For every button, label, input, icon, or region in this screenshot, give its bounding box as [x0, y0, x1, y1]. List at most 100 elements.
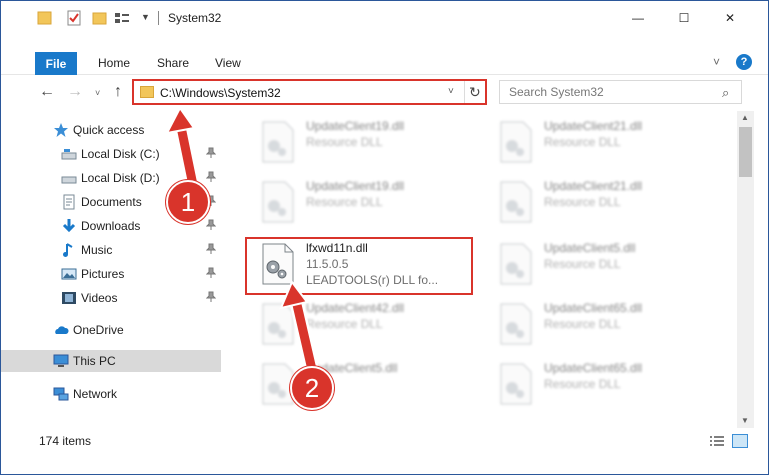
pin-icon[interactable]: [206, 243, 216, 255]
cloud-icon: [55, 326, 69, 334]
sidebar-item-label: This PC: [73, 354, 116, 368]
close-button[interactable]: ✕: [707, 1, 753, 34]
sidebar-item-label: Music: [81, 243, 113, 257]
window-title: System32: [168, 11, 222, 25]
dll-file-icon: [262, 303, 294, 345]
sidebar-item-videos[interactable]: Videos: [1, 287, 221, 309]
file-tile[interactable]: UpdateClient19.dll Resource DLL: [239, 115, 469, 171]
callout-badge-2: 2: [290, 366, 334, 410]
sidebar-item-onedrive[interactable]: OneDrive: [1, 319, 221, 341]
file-tile[interactable]: UpdateClient65.dll Resource DLL: [477, 357, 707, 413]
sidebar-item-quick-access[interactable]: Quick access: [1, 119, 221, 141]
quick-access-toolbar-dropdown-icon[interactable]: ▼: [141, 12, 151, 28]
search-placeholder: Search System32: [509, 85, 604, 99]
sidebar-item-pictures[interactable]: Pictures: [1, 263, 221, 285]
pictures-icon: [61, 268, 77, 280]
dll-file-icon: [500, 121, 532, 163]
search-icon[interactable]: ⌕: [722, 85, 729, 101]
folder-icon: [140, 86, 154, 98]
network-icon: [53, 387, 69, 401]
large-icons-view-icon[interactable]: [732, 434, 748, 448]
ribbon-tabs: File Home Share View ˅ ?: [1, 35, 768, 75]
file-name: UpdateClient19.dll: [306, 119, 405, 133]
tab-file[interactable]: File: [35, 52, 77, 75]
search-input[interactable]: Search System32 ⌕: [499, 80, 742, 104]
drive-icon: [61, 176, 77, 184]
navigation-bar: ← → ˅ ↑ C:\Windows\System32 ˅ ↻ Search S…: [1, 75, 768, 109]
sidebar-item-label: OneDrive: [73, 323, 124, 337]
file-description: Resource DLL: [544, 257, 621, 271]
sidebar-item-music[interactable]: Music: [1, 239, 221, 261]
sidebar-item-network[interactable]: Network: [1, 383, 221, 405]
file-tile[interactable]: UpdateClient21.dll Resource DLL: [477, 115, 707, 171]
file-highlight-box: [245, 237, 473, 295]
sidebar-item-label: Downloads: [81, 219, 141, 233]
address-path[interactable]: C:\Windows\System32: [160, 86, 281, 100]
dll-file-icon: [500, 243, 532, 285]
sidebar-item-label: Videos: [81, 291, 118, 305]
file-tile[interactable]: UpdateClient19.dll Resource DLL: [239, 175, 469, 231]
dll-file-icon: [500, 181, 532, 223]
properties-icon[interactable]: [67, 10, 81, 26]
refresh-button[interactable]: ↻: [469, 84, 481, 101]
recent-locations-icon[interactable]: ˅: [95, 88, 100, 98]
forward-button[interactable]: →: [67, 83, 83, 101]
minimize-button[interactable]: —: [615, 1, 661, 34]
address-separator: [464, 81, 465, 103]
details-view-icon[interactable]: [709, 435, 725, 447]
sidebar-item-label: Documents: [81, 195, 142, 209]
download-icon: [62, 219, 76, 233]
maximize-button[interactable]: ☐: [661, 1, 707, 34]
file-name: UpdateClient21.dll: [544, 119, 643, 133]
videos-icon: [62, 292, 76, 304]
scrollbar-thumb[interactable]: [739, 127, 752, 177]
pin-icon[interactable]: [206, 291, 216, 303]
address-bar[interactable]: C:\Windows\System32 ˅ ↻: [132, 79, 487, 105]
sidebar-item-local-disk-c[interactable]: Local Disk (C:): [1, 143, 221, 165]
pin-icon[interactable]: [206, 219, 216, 231]
tab-home[interactable]: Home: [98, 56, 130, 70]
help-icon[interactable]: ?: [736, 54, 752, 70]
navigation-pane: Quick access Local Disk (C:) Local Disk …: [1, 111, 221, 428]
music-icon: [63, 243, 73, 257]
file-tile[interactable]: UpdateClient42.dll Resource DLL: [239, 297, 469, 353]
expand-ribbon-icon[interactable]: ˅: [713, 55, 720, 69]
pin-icon[interactable]: [206, 147, 216, 159]
file-tile[interactable]: UpdateClient65.dll Resource DLL: [477, 297, 707, 353]
file-description: Resource DLL: [544, 377, 621, 391]
file-description: Resource DLL: [306, 195, 383, 209]
tab-view[interactable]: View: [215, 56, 241, 70]
file-name: UpdateClient42.dll: [306, 301, 405, 315]
callout-badge-1: 1: [166, 180, 210, 224]
file-description: Resource DLL: [544, 317, 621, 331]
new-folder-icon[interactable]: [92, 10, 107, 26]
tab-share[interactable]: Share: [157, 56, 189, 70]
up-button[interactable]: ↑: [114, 83, 122, 101]
pin-icon[interactable]: [206, 171, 216, 183]
scroll-down-icon[interactable]: ▼: [741, 416, 749, 425]
file-name: UpdateClient19.dll: [306, 179, 405, 193]
file-tile[interactable]: UpdateClient5.dll: [239, 357, 469, 413]
folder-icon[interactable]: [37, 10, 52, 26]
file-description: Resource DLL: [306, 135, 383, 149]
sidebar-item-label: Local Disk (D:): [81, 171, 160, 185]
sidebar-item-this-pc[interactable]: This PC: [1, 350, 221, 372]
vertical-scrollbar[interactable]: ▲ ▼: [737, 111, 754, 428]
address-dropdown-icon[interactable]: ˅: [448, 86, 454, 97]
back-button[interactable]: ←: [39, 83, 55, 101]
item-count: 174 items: [39, 434, 92, 448]
drive-icon: [61, 149, 77, 160]
star-icon: [54, 123, 68, 137]
scroll-up-icon[interactable]: ▲: [741, 113, 749, 122]
sidebar-item-label: Quick access: [73, 123, 145, 137]
file-description: Resource DLL: [544, 195, 621, 209]
file-tile[interactable]: UpdateClient21.dll Resource DLL: [477, 175, 707, 231]
pin-icon[interactable]: [206, 267, 216, 279]
customize-views-icon[interactable]: [114, 10, 130, 26]
dll-file-icon: [500, 303, 532, 345]
sidebar-item-label: Pictures: [81, 267, 125, 281]
dll-file-icon: [262, 121, 294, 163]
status-bar: 174 items: [1, 429, 768, 453]
file-name: UpdateClient5.dll: [544, 241, 636, 255]
file-tile[interactable]: UpdateClient5.dll Resource DLL: [477, 237, 707, 293]
